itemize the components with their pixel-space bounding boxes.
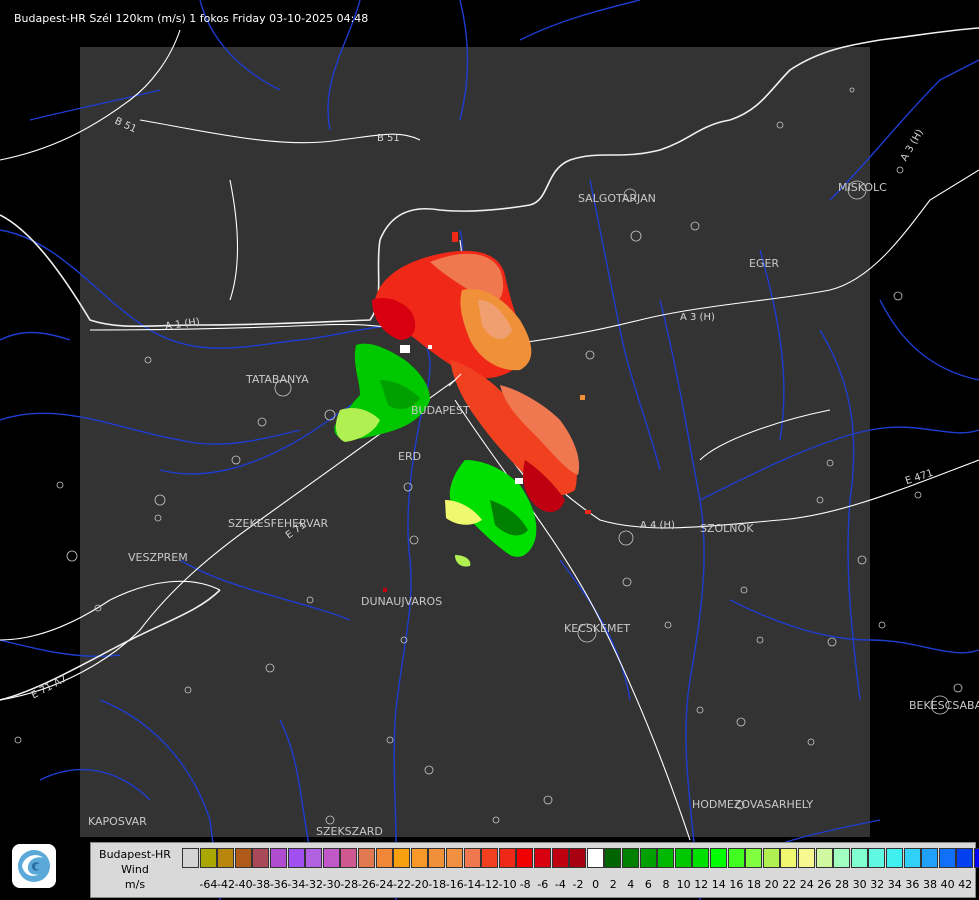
legend-swatch (639, 848, 657, 868)
city-label-veszprem: VESZPREM (128, 551, 188, 564)
legend-swatch (674, 848, 692, 868)
legend-swatch (622, 848, 639, 868)
legend-swatch (287, 848, 305, 868)
legend-swatch (850, 848, 868, 868)
city-label-salgotarjan: SALGOTARJAN (578, 192, 656, 205)
legend-swatch (762, 848, 780, 868)
legend-swatch (217, 848, 235, 868)
legend-swatch (974, 848, 979, 868)
legend-swatch (358, 848, 375, 868)
legend-swatch (586, 848, 604, 868)
legend-swatch (921, 848, 939, 868)
radar-coverage-panel (80, 47, 870, 837)
city-label-tatabanya: TATABANYA (246, 373, 309, 386)
city-label-szekesfehervar: SZEKESFEHERVAR (228, 517, 329, 530)
city-label-budapest: BUDAPEST (411, 404, 470, 417)
legend-swatch (569, 848, 587, 868)
legend-swatch (199, 848, 217, 868)
legend-swatch (604, 848, 622, 868)
legend-swatch (270, 848, 287, 868)
legend-radar-name: Budapest-HR (99, 848, 171, 861)
city-label-szolnok: SZOLNOK (700, 522, 754, 535)
legend-swatch (833, 848, 851, 868)
legend-swatch (252, 848, 270, 868)
road-label-a3-mid: A 3 (H) (680, 312, 715, 323)
legend-unit: m/s (124, 878, 146, 891)
legend-product: Wind (121, 863, 149, 876)
road-label-b51-right: B 51 (377, 133, 400, 144)
legend-swatch (886, 848, 903, 868)
legend-swatch (305, 848, 323, 868)
city-label-bekescsaba: BEKESCSABA (909, 699, 979, 712)
legend-swatch (903, 848, 921, 868)
legend-swatch (463, 848, 481, 868)
legend-swatch (534, 848, 551, 868)
met-service-logo (12, 844, 56, 888)
road-label-a4: A 4 (H) (640, 520, 675, 531)
legend-swatch (780, 848, 798, 868)
city-label-dunaujvaros: DUNAUJVAROS (361, 595, 443, 608)
legend-swatch (692, 848, 710, 868)
legend-swatch (428, 848, 446, 868)
legend-swatch (868, 848, 886, 868)
legend-swatch (798, 848, 815, 868)
legend-title: Budapest-HR Wind m/s (91, 847, 179, 892)
legend-swatch (340, 848, 358, 868)
legend-swatch (393, 848, 411, 868)
radar-map (0, 0, 979, 900)
velocity-legend: Budapest-HR Wind m/s -64 -42 -40 -38 -36 -34-… (90, 842, 979, 898)
legend-swatch (481, 848, 499, 868)
city-label-hodmezovasarhely: HODMEZOVASARHELY (692, 798, 814, 811)
legend-tick-label: 42 (958, 878, 973, 891)
city-label-miskolc: MISKOLC (838, 181, 887, 194)
legend-swatch (938, 848, 956, 868)
legend-swatch (322, 848, 340, 868)
legend-swatch (956, 848, 974, 868)
legend-swatch (815, 848, 833, 868)
legend-swatch (498, 848, 516, 868)
city-label-erd: ERD (398, 450, 422, 463)
legend-swatch (182, 848, 199, 868)
map-title: Budapest-HR Szél 120km (m/s) 1 fokos Fri… (14, 12, 369, 25)
legend-swatch (727, 848, 745, 868)
legend-swatch (551, 848, 569, 868)
city-label-szekszard: SZEKSZARD (316, 825, 383, 838)
city-label-kaposvar: KAPOSVAR (88, 815, 147, 828)
city-label-eger: EGER (749, 257, 780, 270)
city-label-kecskemet: KECSKEMET (564, 622, 631, 635)
legend-swatch (745, 848, 763, 868)
legend-swatch (234, 848, 252, 868)
legend-swatch (375, 848, 393, 868)
legend-swatch (446, 848, 463, 868)
legend-swatch (410, 848, 428, 868)
legend-swatch (710, 848, 727, 868)
legend-swatch (657, 848, 675, 868)
legend-swatch (516, 848, 534, 868)
